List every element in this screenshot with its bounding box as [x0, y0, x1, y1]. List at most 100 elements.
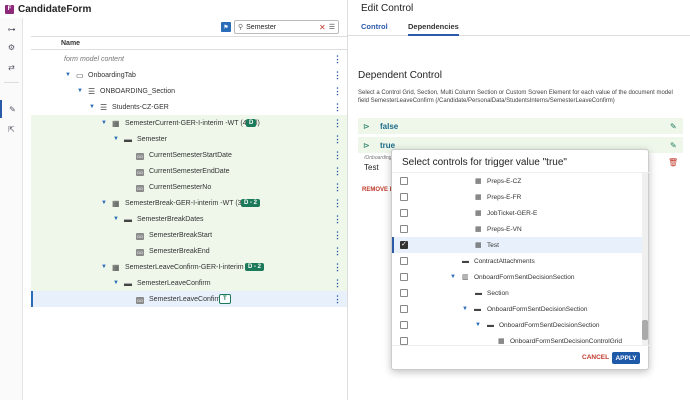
- tree-row[interactable]: ▼ ▬ SemesterBreakDates ⋮: [31, 211, 347, 227]
- tree-row-label: SemesterLeaveConfirm: [137, 279, 211, 287]
- checkbox[interactable]: [400, 305, 408, 313]
- checkbox[interactable]: [400, 289, 408, 297]
- list-item[interactable]: ▼ ▬ OnboardFormSentDecisionSection: [392, 301, 642, 317]
- tree-row[interactable]: ▼ ▦ SemesterCurrent-GER-I-interim -WT (4…: [31, 115, 347, 131]
- cancel-button[interactable]: CANCEL: [582, 354, 609, 361]
- edit-icon[interactable]: ✎: [670, 141, 677, 150]
- dependent-control-title: Dependent Control: [358, 70, 442, 81]
- field-icon: GO: [136, 168, 144, 176]
- trash-icon[interactable]: 🗑: [668, 158, 678, 167]
- apply-button[interactable]: APPLY: [612, 352, 640, 364]
- list-item-selected[interactable]: ✓ ▦ Test: [392, 237, 642, 253]
- tree-row[interactable]: ▼ ☰ ONBOARDING_Section ⋮: [31, 83, 347, 99]
- tree-row[interactable]: ▼ ▦ SemesterLeaveConfirm-GER-I-interim -…: [31, 259, 347, 275]
- more-icon[interactable]: ⋮: [333, 182, 342, 193]
- checkbox[interactable]: [400, 209, 408, 217]
- more-icon[interactable]: ⋮: [333, 150, 342, 161]
- more-icon[interactable]: ⋮: [333, 102, 342, 113]
- list-item[interactable]: ▦ Preps-E-CZ: [392, 173, 642, 189]
- chevron-down-icon[interactable]: ▼: [77, 88, 83, 94]
- more-icon[interactable]: ⋮: [333, 118, 342, 129]
- grid-icon: ▦: [475, 194, 482, 201]
- value-row-false[interactable]: ⊳ false ✎: [358, 118, 683, 134]
- chevron-down-icon[interactable]: ▼: [475, 322, 481, 328]
- checkbox[interactable]: [400, 273, 408, 281]
- tree-icon[interactable]: ⊶: [0, 20, 23, 38]
- menu-icon[interactable]: ☰: [329, 23, 335, 31]
- checkbox[interactable]: [400, 257, 408, 265]
- chevron-down-icon[interactable]: ▼: [101, 120, 107, 126]
- more-icon[interactable]: ⋮: [333, 198, 342, 209]
- tree-row[interactable]: GO CurrentSemesterNo ⋮: [31, 179, 347, 195]
- tree-row[interactable]: form model content ⋮: [31, 51, 347, 67]
- list-scrollbar[interactable]: [642, 172, 648, 345]
- select-controls-dialog: Select controls for trigger value "true"…: [391, 149, 650, 370]
- tree-row[interactable]: ▼ ▭ OnboardingTab ⋮: [31, 67, 347, 83]
- list-item-label: Preps-E-CZ: [487, 177, 522, 185]
- columns-icon: ▥: [462, 274, 469, 281]
- more-icon[interactable]: ⋮: [333, 54, 342, 65]
- more-icon[interactable]: ⋮: [333, 214, 342, 225]
- list-item[interactable]: ▦ OnboardFormSentDecisionControlGrid: [392, 333, 642, 345]
- list-item[interactable]: ▦ JobTicket-GER-E: [392, 205, 642, 221]
- tree-row[interactable]: ▼ ▬ SemesterLeaveConfirm ⋮: [31, 275, 347, 291]
- tab-control[interactable]: Control: [361, 22, 388, 31]
- checkbox[interactable]: [400, 225, 408, 233]
- more-icon[interactable]: ⋮: [333, 70, 342, 81]
- chevron-down-icon[interactable]: ▼: [113, 136, 119, 142]
- tree-row[interactable]: ▼ ▦ SemesterBreak-GER-I-interim -WT (3 c…: [31, 195, 347, 211]
- tree-row-label: CurrentSemesterEndDate: [149, 167, 230, 175]
- remove-dependency-button[interactable]: REMOVE D: [362, 187, 394, 193]
- list-item-label: OnboardFormSentDecisionControlGrid: [510, 337, 622, 345]
- tab-dependencies[interactable]: Dependencies: [408, 22, 459, 36]
- chevron-down-icon[interactable]: ▼: [89, 104, 95, 110]
- checkbox-checked[interactable]: ✓: [400, 241, 408, 249]
- more-icon[interactable]: ⋮: [333, 86, 342, 97]
- more-icon[interactable]: ⋮: [333, 246, 342, 257]
- chevron-down-icon[interactable]: ▼: [101, 200, 107, 206]
- more-icon[interactable]: ⋮: [333, 166, 342, 177]
- gear-icon[interactable]: ⚙: [0, 38, 23, 56]
- chevron-down-icon[interactable]: ▼: [113, 280, 119, 286]
- clear-icon[interactable]: ✕: [319, 23, 326, 32]
- scrollbar-thumb[interactable]: [642, 320, 648, 340]
- tree-row[interactable]: GO CurrentSemesterStartDate ⋮: [31, 147, 347, 163]
- list-item[interactable]: ▼ ▬ OnboardFormSentDecisionSection: [392, 317, 642, 333]
- tree-row[interactable]: GO SemesterBreakEnd ⋮: [31, 243, 347, 259]
- more-icon[interactable]: ⋮: [333, 294, 342, 305]
- arrows-icon[interactable]: ⇄: [0, 58, 23, 76]
- checkbox[interactable]: [400, 321, 408, 329]
- tree-row[interactable]: ▼ ▬ Semester ⋮: [31, 131, 347, 147]
- filter-icon[interactable]: ⚑: [221, 22, 231, 32]
- chevron-down-icon[interactable]: ▼: [113, 216, 119, 222]
- checkbox[interactable]: [400, 177, 408, 185]
- list-item[interactable]: ▦ Preps-E-VN: [392, 221, 642, 237]
- tree-row-label: Semester: [137, 135, 167, 143]
- search-input[interactable]: ⚲ Semester ✕ ☰: [234, 20, 339, 34]
- field-icon: GO: [136, 248, 144, 256]
- more-icon[interactable]: ⋮: [333, 230, 342, 241]
- tree-row-label: Students-CZ-GER: [112, 103, 169, 111]
- tab-icon: ▭: [76, 70, 84, 80]
- tree-row-selected[interactable]: GO SemesterLeaveConfirm T ⋮: [31, 291, 347, 307]
- tree-row[interactable]: GO SemesterBreakStart ⋮: [31, 227, 347, 243]
- list-item[interactable]: ▦ Preps-E-FR: [392, 189, 642, 205]
- checkbox[interactable]: [400, 337, 408, 345]
- export-icon[interactable]: ⇱: [0, 120, 23, 138]
- tree-row[interactable]: GO CurrentSemesterEndDate ⋮: [31, 163, 347, 179]
- chevron-down-icon[interactable]: ▼: [65, 72, 71, 78]
- chevron-down-icon[interactable]: ▼: [101, 264, 107, 270]
- more-icon[interactable]: ⋮: [333, 262, 342, 273]
- tree-toolbar: ⚑ ⚲ Semester ✕ ☰: [31, 18, 347, 36]
- more-icon[interactable]: ⋮: [333, 134, 342, 145]
- more-icon[interactable]: ⋮: [333, 278, 342, 289]
- list-item[interactable]: ▼ ▥ OnboardFormSentDecisionSection: [392, 269, 642, 285]
- chevron-down-icon[interactable]: ▼: [462, 306, 468, 312]
- pen-icon[interactable]: ✎: [0, 100, 23, 118]
- tree-row[interactable]: ▼ ☰ Students-CZ-GER ⋮: [31, 99, 347, 115]
- checkbox[interactable]: [400, 193, 408, 201]
- chevron-down-icon[interactable]: ▼: [450, 274, 456, 280]
- edit-icon[interactable]: ✎: [670, 122, 677, 131]
- list-item[interactable]: ▬ Section: [392, 285, 642, 301]
- list-item[interactable]: ▬ ContractAttachments: [392, 253, 642, 269]
